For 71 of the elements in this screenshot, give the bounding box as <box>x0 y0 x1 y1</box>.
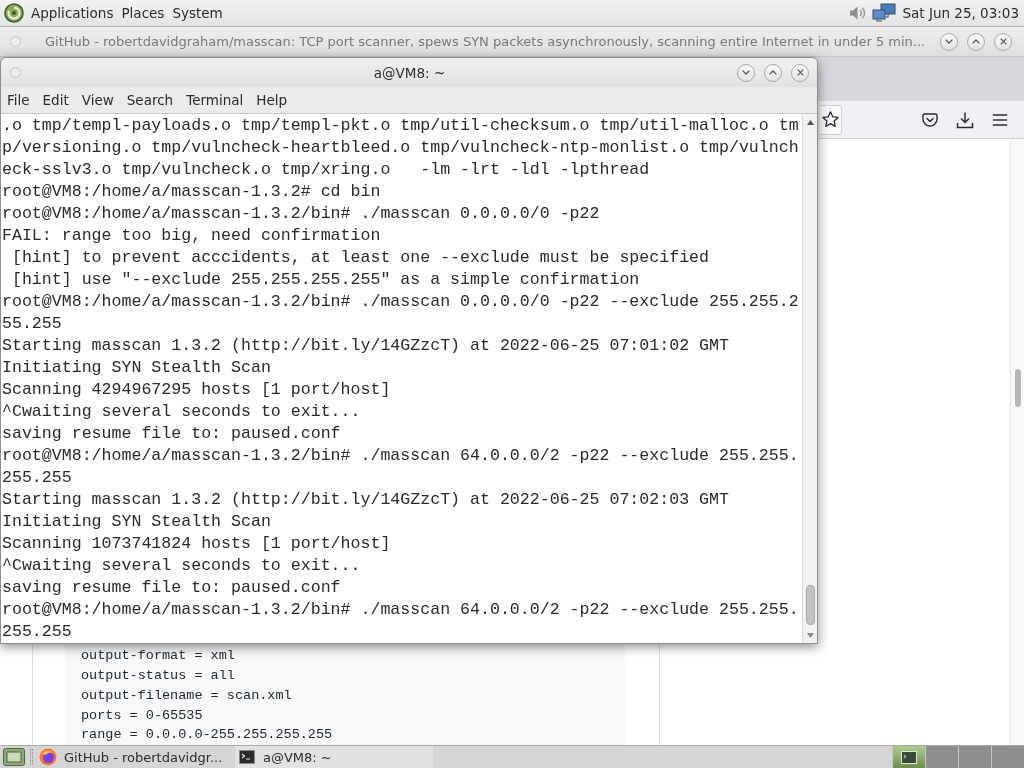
panel-menu[interactable]: System <box>168 5 227 21</box>
terminal-line: root@VM8:/home/a/masscan-1.3.2# cd bin <box>2 181 382 203</box>
code-line: output-format = xml <box>81 647 236 666</box>
terminal-line: root@VM8:/home/a/masscan-1.3.2/bin# ./masscan 0.0.0.0/0 -p22 --exclude 255.255.2 <box>2 291 800 313</box>
speaker-icon[interactable] <box>847 4 866 22</box>
terminal-line: [hint] use "--exclude 255.255.255.255" as a simple confirmation <box>10 269 641 291</box>
terminal-line: FAIL: range too big, need confirmation <box>2 225 382 247</box>
terminal-line: ^Cwaiting several seconds to exit... <box>2 555 362 577</box>
terminal-line: 255.255 <box>2 621 73 643</box>
browser-icon <box>39 748 57 766</box>
network-icon[interactable] <box>871 3 896 23</box>
logo-icon[interactable] <box>4 3 24 23</box>
desktop-icon[interactable] <box>3 748 25 766</box>
window-thumbnail-icon <box>901 750 917 764</box>
maximize-button[interactable] <box>764 63 782 82</box>
terminal-line: 55.255 <box>2 313 63 335</box>
terminal-line: eck-sslv3.o tmp/vulncheck.o tmp/xring.o -lm -lrt -ldl -lpthread <box>2 159 651 181</box>
code-line: ports = 0-65535 <box>81 706 204 725</box>
scrollbar-thumb[interactable] <box>1014 369 1021 407</box>
maximize-button[interactable] <box>967 32 985 51</box>
terminal-line: 255.255 <box>2 467 73 489</box>
menu-item[interactable]: File <box>3 92 34 108</box>
terminal-line: Starting masscan 1.3.2 (http://bit.ly/14GZzcT) at 2022-06-25 07:02:03 GMT <box>2 489 730 511</box>
terminal-line: [hint] to prevent acccidents, at least one --exclude must be specified <box>10 247 710 269</box>
minimize-button[interactable] <box>940 32 958 51</box>
terminal-line: root@VM8:/home/a/masscan-1.3.2/bin# ./masscan 64.0.0.0/2 -p22 --exclude 255.255. <box>2 599 800 621</box>
chevron-down-icon <box>742 70 750 75</box>
terminal-line: Scanning 4294967295 hosts [1 port/host] <box>2 379 392 401</box>
workspace-button[interactable] <box>892 746 925 768</box>
close-button[interactable] <box>791 63 809 82</box>
terminal-line: Scanning 1073741824 hosts [1 port/host] <box>2 533 392 555</box>
terminal-line: saving resume file to: paused.conf <box>2 577 342 599</box>
clock[interactable]: Sat Jun 25, 03:03 <box>902 5 1019 21</box>
code-line: range = 0.0.0.0-255.255.255.255 <box>81 726 334 745</box>
star-icon[interactable] <box>821 110 840 129</box>
terminal-icon <box>239 750 255 764</box>
up-arrow-icon[interactable] <box>806 120 814 125</box>
down-arrow-icon[interactable] <box>806 633 814 638</box>
chevron-up-icon <box>769 70 777 75</box>
terminal-line: p/versioning.o tmp/vulncheck-heartbleed.o tmp/vulncheck-ntp-monlist.o tmp/vulnch <box>2 137 800 159</box>
close-icon <box>796 69 804 76</box>
window-title: GitHub - robertdavidgraham/masscan: TCP port scanner, spews SYN packets asynchronously, scanning entire Internet in under 5 min... <box>45 34 927 49</box>
panel-menu[interactable]: Applications <box>27 5 118 21</box>
terminal-line: root@VM8:/home/a/masscan-1.3.2/bin# ./masscan 0.0.0.0/0 -p22 <box>2 203 601 225</box>
terminal-line: .o tmp/templ-payloads.o tmp/templ-pkt.o tmp/util-checksum.o tmp/util-malloc.o tm <box>2 115 800 137</box>
terminal-line: ^Cwaiting several seconds to exit... <box>2 401 362 423</box>
menu-item[interactable]: Search <box>122 92 178 108</box>
pocket-icon <box>921 110 939 129</box>
menu-item[interactable]: Terminal <box>182 92 248 108</box>
menu-item[interactable]: Help <box>252 92 292 108</box>
chevron-up-icon <box>972 39 980 44</box>
terminal-line: Starting masscan 1.3.2 (http://bit.ly/14GZzcT) at 2022-06-25 07:01:02 GMT <box>2 335 730 357</box>
close-icon <box>999 38 1007 45</box>
window-title: a@VM8: ~ <box>373 64 446 81</box>
minimize-button[interactable] <box>737 63 755 82</box>
panel-menu[interactable]: Places <box>117 5 169 21</box>
terminal-line: saving resume file to: paused.conf <box>2 423 342 445</box>
menu-item[interactable]: View <box>77 92 118 108</box>
download-icon <box>956 110 974 129</box>
scrollbar-thumb[interactable] <box>805 585 815 625</box>
chevron-down-icon <box>945 39 953 44</box>
close-button[interactable] <box>994 32 1012 51</box>
taskbar-button[interactable]: GitHub - robertdavidgr... <box>37 746 233 768</box>
terminal-line: root@VM8:/home/a/masscan-1.3.2/bin# ./masscan 64.0.0.0/2 -p22 --exclude 255.255. <box>2 445 800 467</box>
address-field[interactable] <box>820 104 842 135</box>
terminal-line: Initiating SYN Stealth Scan <box>2 511 272 533</box>
menu-item[interactable]: Edit <box>38 92 73 108</box>
code-line: output-status = all <box>81 667 236 685</box>
terminal-line: Initiating SYN Stealth Scan <box>2 357 272 379</box>
code-line: output-filename = scan.xml <box>81 686 293 705</box>
taskbar-button[interactable]: a@VM8: ~ <box>235 746 433 768</box>
